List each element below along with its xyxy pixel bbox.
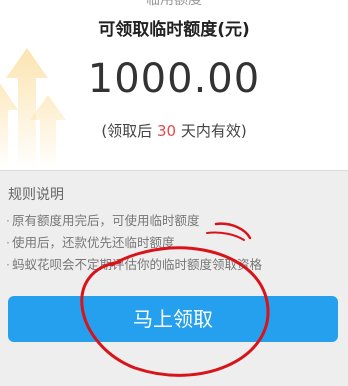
rule-text: 使用后，还款优先还临时额度 — [11, 235, 175, 250]
rule-text: 蚂蚁花呗会不定期评估你的临时额度领取资格 — [11, 257, 262, 272]
credit-card-header: 临用额度 可领取临时额度(元) 1000.00 (领取后 30 天内有效) — [0, 0, 348, 170]
list-item: · 蚂蚁花呗会不定期评估你的临时额度领取资格 — [6, 254, 262, 276]
rules-heading: 规则说明 — [8, 187, 64, 203]
list-item: · 原有额度用完后，可使用临时额度 — [6, 210, 262, 232]
page-title: 可领取临时额度(元) — [98, 20, 250, 40]
validity-note: (领取后 30 天内有效) — [0, 120, 348, 141]
validity-days: 30 — [156, 122, 177, 140]
section-divider — [0, 170, 348, 171]
claim-now-button[interactable]: 马上领取 — [8, 296, 338, 342]
list-item: · 使用后，还款优先还临时额度 — [6, 232, 262, 254]
page-subtitle: 临用额度 — [146, 0, 202, 8]
bullet-icon: · — [6, 213, 10, 228]
bullet-icon: · — [6, 257, 10, 272]
validity-prefix: (领取后 — [101, 122, 157, 140]
rule-text: 原有额度用完后，可使用临时额度 — [11, 213, 200, 228]
bullet-icon: · — [6, 235, 10, 250]
validity-suffix: 天内有效) — [176, 122, 247, 140]
rules-list: · 原有额度用完后，可使用临时额度 · 使用后，还款优先还临时额度 · 蚂蚁花呗会不定… — [6, 210, 262, 276]
credit-amount: 1000.00 — [87, 56, 261, 102]
